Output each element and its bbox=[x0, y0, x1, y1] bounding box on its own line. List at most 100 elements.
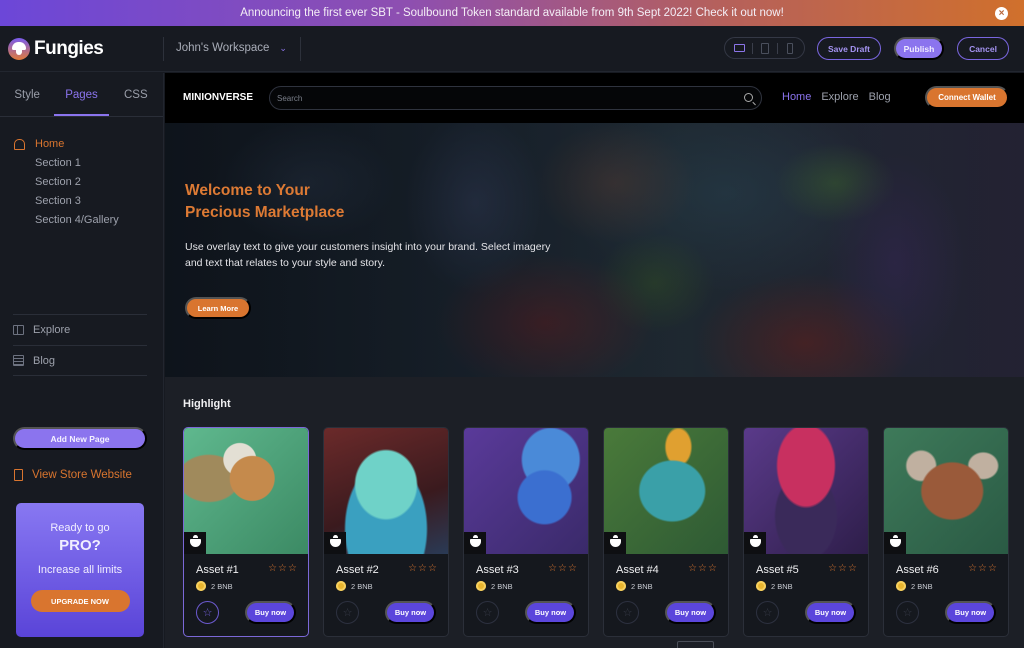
upgrade-now-button[interactable]: UPGRADE NOW bbox=[30, 590, 130, 612]
asset-price: 2 BNB bbox=[896, 581, 933, 591]
sidebar-item-explore[interactable]: Explore bbox=[13, 314, 147, 345]
price-label: 2 BNB bbox=[631, 581, 653, 591]
price-label: 2 BNB bbox=[351, 581, 373, 591]
fungies-badge-icon bbox=[469, 535, 481, 547]
door-exit-icon bbox=[14, 469, 23, 481]
learn-more-button[interactable]: Learn More bbox=[185, 297, 251, 319]
buy-now-button[interactable]: Buy now bbox=[665, 601, 716, 624]
save-draft-button[interactable]: Save Draft bbox=[817, 37, 881, 60]
publish-button[interactable]: Publish bbox=[894, 37, 944, 60]
fungies-badge-icon bbox=[749, 535, 761, 547]
bnb-coin-icon bbox=[336, 581, 346, 591]
favorite-star-button[interactable]: ☆ bbox=[896, 601, 919, 624]
tab-style[interactable]: Style bbox=[0, 73, 54, 116]
creator-badge bbox=[604, 532, 626, 554]
favorite-star-button[interactable]: ☆ bbox=[196, 601, 219, 624]
bnb-coin-icon bbox=[756, 581, 766, 591]
connect-wallet-button[interactable]: Connect Wallet bbox=[925, 86, 1009, 109]
sidebar-item-blog[interactable]: Blog bbox=[13, 345, 147, 376]
fungies-badge-icon bbox=[609, 535, 621, 547]
top-bar: Fungies John's Workspace ⌄ Save Draft Pu… bbox=[0, 26, 1024, 72]
announcement-text[interactable]: Announcing the first ever SBT - Soulboun… bbox=[240, 7, 784, 19]
page-item-section-3[interactable]: Section 3 bbox=[14, 192, 163, 211]
book-icon bbox=[13, 325, 24, 335]
buy-now-button[interactable]: Buy now bbox=[945, 601, 996, 624]
pagination-partial[interactable] bbox=[677, 641, 714, 648]
bnb-coin-icon bbox=[476, 581, 486, 591]
sidebar-item-label: Explore bbox=[33, 324, 71, 336]
asset-name: Asset #3 bbox=[476, 564, 519, 576]
view-store-website-link[interactable]: View Store Website bbox=[14, 469, 132, 481]
asset-name: Asset #4 bbox=[616, 564, 659, 576]
page-item-section-2[interactable]: Section 2 bbox=[14, 173, 163, 192]
asset-card[interactable]: Asset #6 ☆☆☆ 2 BNB ☆ Buy now bbox=[883, 427, 1009, 637]
search-icon[interactable] bbox=[744, 93, 753, 102]
price-label: 2 BNB bbox=[491, 581, 513, 591]
highlight-heading: Highlight bbox=[183, 398, 231, 410]
page-item-label: Home bbox=[35, 138, 65, 150]
pro-line-3: Increase all limits bbox=[37, 564, 123, 576]
asset-name: Asset #2 bbox=[336, 564, 379, 576]
asset-price: 2 BNB bbox=[616, 581, 653, 591]
announcement-banner: Announcing the first ever SBT - Soulboun… bbox=[0, 0, 1024, 26]
hero-description: Use overlay text to give your customers … bbox=[185, 241, 551, 269]
asset-card[interactable]: Asset #1 ☆☆☆ 2 BNB ☆ Buy now bbox=[183, 427, 309, 637]
rating-stars: ☆☆☆ bbox=[408, 563, 438, 574]
asset-card[interactable]: Asset #2 ☆☆☆ 2 BNB ☆ Buy now bbox=[323, 427, 449, 637]
favorite-star-button[interactable]: ☆ bbox=[756, 601, 779, 624]
fungies-badge-icon bbox=[329, 535, 341, 547]
page-item-home[interactable]: Home bbox=[14, 135, 163, 154]
chevron-down-icon: ⌄ bbox=[279, 42, 287, 53]
divider bbox=[776, 42, 778, 54]
cancel-button[interactable]: Cancel bbox=[957, 37, 1009, 60]
hero-title-line-1: Welcome to Your bbox=[185, 182, 310, 199]
bnb-coin-icon bbox=[896, 581, 906, 591]
logo[interactable]: Fungies bbox=[8, 38, 104, 60]
search-input[interactable] bbox=[277, 93, 717, 103]
workspace-dropdown[interactable]: John's Workspace ⌄ bbox=[176, 42, 287, 54]
favorite-star-button[interactable]: ☆ bbox=[476, 601, 499, 624]
site-nav-blog[interactable]: Blog bbox=[869, 91, 891, 103]
workspace-name: John's Workspace bbox=[176, 42, 270, 54]
hero-banner: Welcome to Your Precious Marketplace Use… bbox=[165, 123, 1024, 377]
tab-css[interactable]: CSS bbox=[109, 73, 163, 116]
price-label: 2 BNB bbox=[911, 581, 933, 591]
creator-badge bbox=[884, 532, 906, 554]
site-nav-home[interactable]: Home bbox=[782, 91, 811, 103]
asset-card[interactable]: Asset #5 ☆☆☆ 2 BNB ☆ Buy now bbox=[743, 427, 869, 637]
page-item-section-4-gallery[interactable]: Section 4/Gallery bbox=[14, 211, 163, 230]
asset-card[interactable]: Asset #4 ☆☆☆ 2 BNB ☆ Buy now bbox=[603, 427, 729, 637]
site-brand[interactable]: MINIONVERSE bbox=[183, 92, 253, 103]
mobile-view-button[interactable] bbox=[784, 42, 796, 54]
buy-now-button[interactable]: Buy now bbox=[525, 601, 576, 624]
site-search bbox=[269, 86, 762, 110]
site-nav-explore[interactable]: Explore bbox=[821, 91, 858, 103]
favorite-star-button[interactable]: ☆ bbox=[336, 601, 359, 624]
price-label: 2 BNB bbox=[211, 581, 233, 591]
pro-upgrade-card: Ready to go PRO? Increase all limits UPG… bbox=[16, 503, 144, 637]
desktop-view-button[interactable] bbox=[734, 43, 746, 54]
divider bbox=[163, 37, 164, 61]
page-item-section-1[interactable]: Section 1 bbox=[14, 154, 163, 173]
sidebar-item-label: Blog bbox=[33, 354, 56, 367]
rating-stars: ☆☆☆ bbox=[548, 563, 578, 574]
site-preview-canvas: MINIONVERSE Home Explore Blog Connect Wa… bbox=[165, 73, 1024, 648]
page-list: Home Section 1 Section 2 Section 3 Secti… bbox=[0, 117, 163, 230]
rating-stars: ☆☆☆ bbox=[268, 563, 298, 574]
tablet-icon bbox=[760, 42, 769, 54]
asset-card[interactable]: Asset #3 ☆☆☆ 2 BNB ☆ Buy now bbox=[463, 427, 589, 637]
add-new-page-button[interactable]: Add New Page bbox=[13, 427, 147, 450]
favorite-star-button[interactable]: ☆ bbox=[616, 601, 639, 624]
pro-line-2: PRO? bbox=[59, 537, 101, 554]
pro-line-1: Ready to go bbox=[50, 522, 110, 534]
rating-stars: ☆☆☆ bbox=[688, 563, 718, 574]
asset-image-lizard bbox=[604, 428, 728, 554]
tablet-view-button[interactable] bbox=[759, 42, 771, 54]
buy-now-button[interactable]: Buy now bbox=[385, 601, 436, 624]
tab-pages[interactable]: Pages bbox=[54, 73, 109, 116]
close-icon[interactable]: × bbox=[995, 7, 1008, 20]
buy-now-button[interactable]: Buy now bbox=[245, 601, 296, 624]
asset-card-list: Asset #1 ☆☆☆ 2 BNB ☆ Buy now Asset #2 ☆☆… bbox=[183, 427, 1009, 637]
creator-badge bbox=[744, 532, 766, 554]
buy-now-button[interactable]: Buy now bbox=[805, 601, 856, 624]
